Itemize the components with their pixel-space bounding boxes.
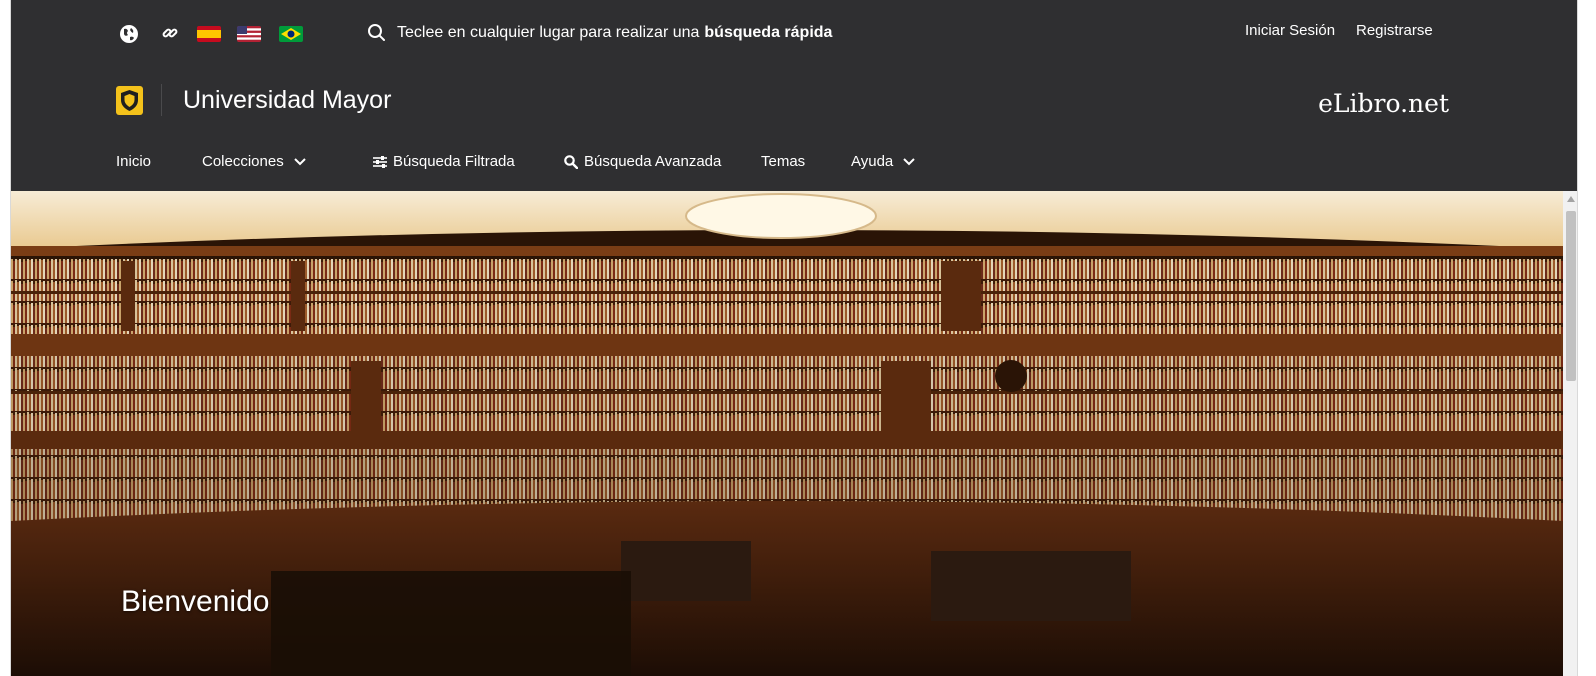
nav-temas[interactable]: Temas xyxy=(761,153,805,170)
register-link[interactable]: Registrarse xyxy=(1356,22,1433,39)
top-header: Teclee en cualquier lugar para realizar … xyxy=(11,0,1577,191)
chevron-down-icon xyxy=(903,157,915,165)
platform-logo[interactable]: eLibro.net xyxy=(1318,89,1449,118)
nav-ayuda-label: Ayuda xyxy=(851,153,894,170)
nav-inicio[interactable]: Inicio xyxy=(116,153,151,170)
nav-busqueda-filtrada-label: Búsqueda Filtrada xyxy=(393,153,515,170)
globe-icon[interactable] xyxy=(119,24,139,44)
link-icon[interactable] xyxy=(161,24,179,42)
scroll-up-arrow-icon[interactable] xyxy=(1563,191,1577,207)
nav-busqueda-avanzada-label: Búsqueda Avanzada xyxy=(584,153,722,170)
page-scrollbar[interactable] xyxy=(1563,191,1577,676)
scrollbar-thumb[interactable] xyxy=(1566,211,1576,381)
shield-icon[interactable] xyxy=(116,86,143,115)
nav-temas-label: Temas xyxy=(761,153,806,170)
magnifier-icon xyxy=(554,154,578,169)
hero-banner: Bienvenido xyxy=(11,191,1563,676)
browser-viewport: Teclee en cualquier lugar para realizar … xyxy=(10,0,1578,676)
nav-colecciones[interactable]: Colecciones xyxy=(202,153,306,170)
login-link[interactable]: Iniciar Sesión xyxy=(1245,22,1335,39)
chevron-down-icon xyxy=(294,157,306,165)
quick-search-bold: búsqueda rápida xyxy=(704,24,833,41)
spain-flag-icon[interactable] xyxy=(197,26,221,42)
brand-bar: Universidad Mayor eLibro.net xyxy=(11,80,1577,130)
nav-busqueda-avanzada[interactable]: Búsqueda Avanzada xyxy=(554,153,721,170)
nav-inicio-label: Inicio xyxy=(116,153,152,170)
nav-ayuda[interactable]: Ayuda xyxy=(851,153,915,170)
search-icon xyxy=(367,23,387,43)
quick-search-hint[interactable]: Teclee en cualquier lugar para realizar … xyxy=(367,23,832,43)
nav-colecciones-label: Colecciones xyxy=(202,153,284,170)
brazil-flag-icon[interactable] xyxy=(279,26,303,42)
brand-divider xyxy=(161,84,162,116)
hero-title: Bienvenido xyxy=(121,585,270,618)
quick-search-text: Teclee en cualquier lugar para realizar … xyxy=(397,24,700,41)
sliders-icon xyxy=(363,155,387,168)
main-nav: Inicio Colecciones Búsqueda Filtrada Bús… xyxy=(11,148,1577,178)
utility-bar: Teclee en cualquier lugar para realizar … xyxy=(11,0,1577,70)
nav-busqueda-filtrada[interactable]: Búsqueda Filtrada xyxy=(363,153,515,170)
university-name[interactable]: Universidad Mayor xyxy=(183,86,391,115)
usa-flag-icon[interactable] xyxy=(237,26,261,42)
